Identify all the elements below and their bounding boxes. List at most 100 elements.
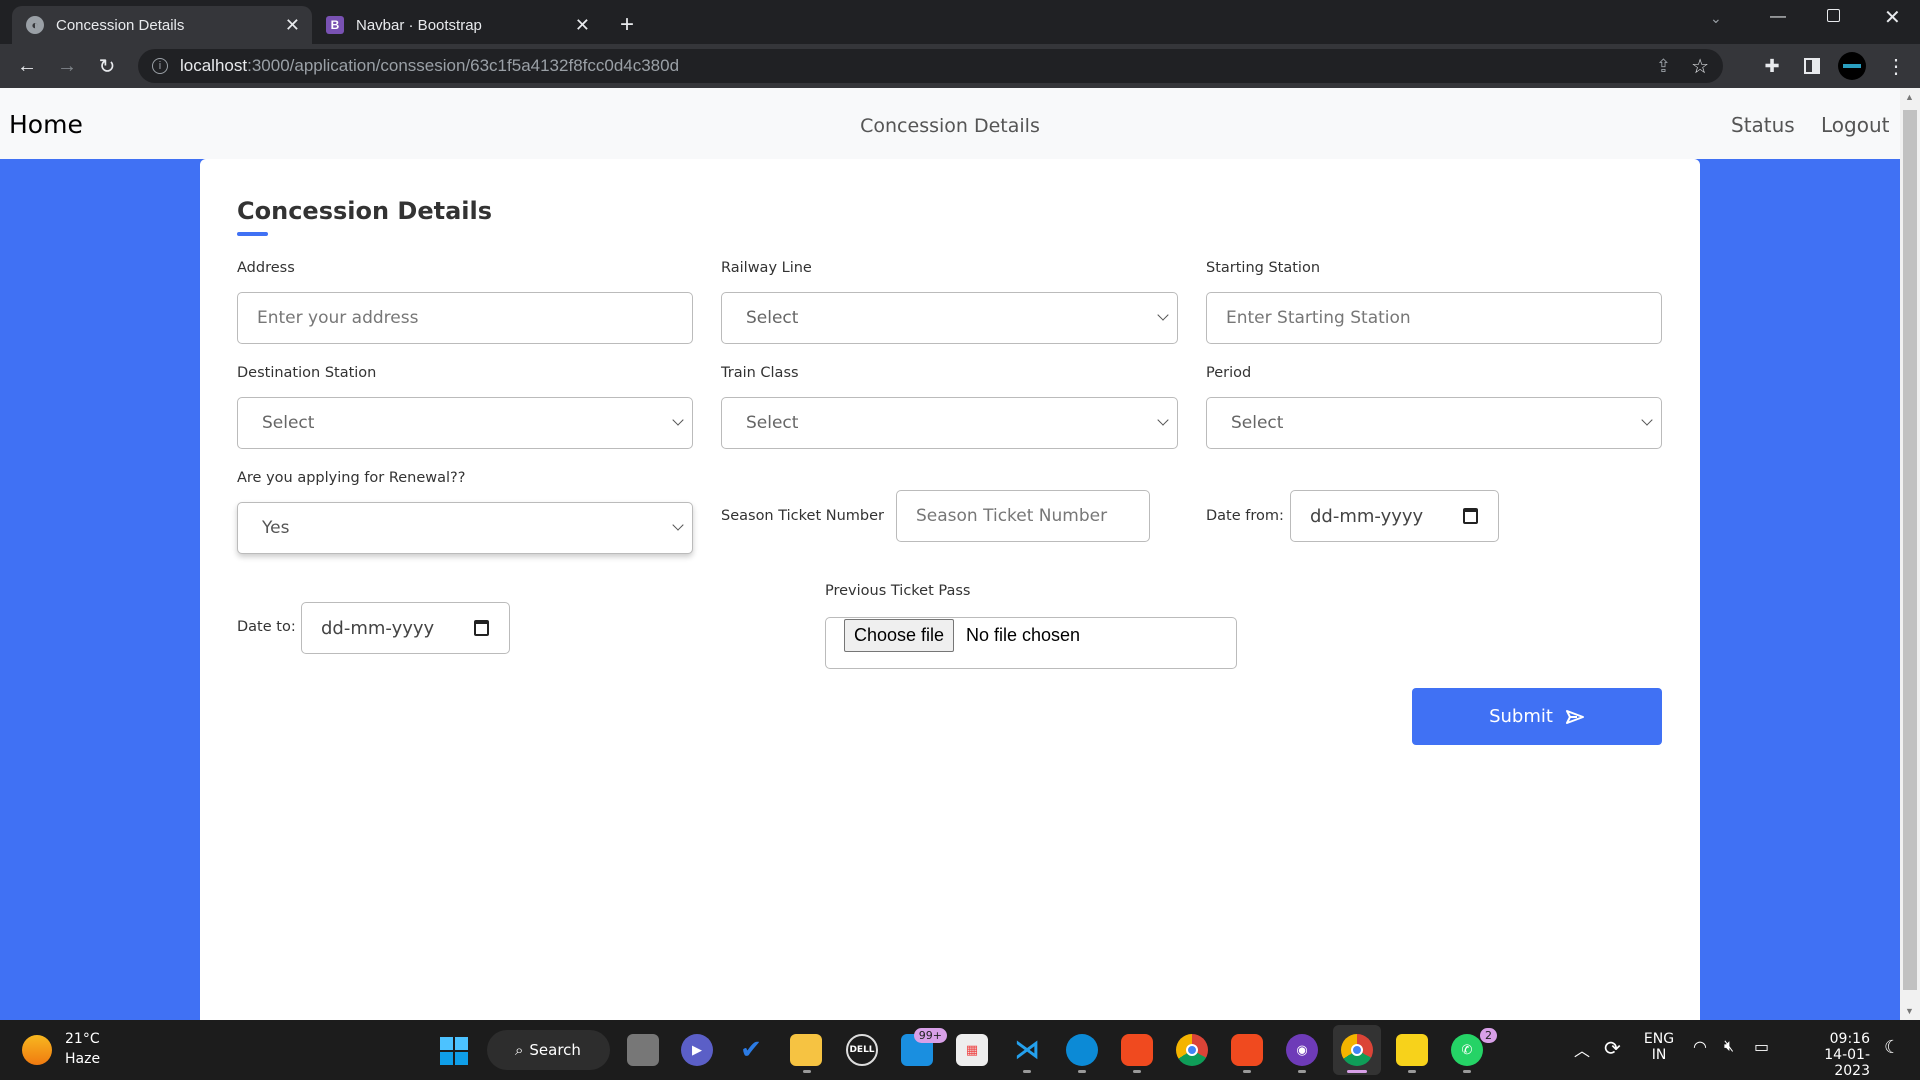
scroll-up-icon[interactable]: ▲	[1905, 92, 1914, 102]
address-bar[interactable]: i localhost:3000/application/conssesion/…	[138, 49, 1723, 83]
form-title: Concession Details	[237, 197, 493, 225]
destination-station-select[interactable]: Select	[237, 397, 693, 449]
choose-file-button[interactable]: Choose file	[844, 619, 955, 652]
battery-icon[interactable]: ▭	[1754, 1037, 1769, 1056]
brave-icon[interactable]	[1121, 1034, 1153, 1066]
extensions-icon[interactable]: ✚	[1758, 52, 1786, 80]
teams-chat-icon[interactable]: ▶	[681, 1034, 713, 1066]
tab-concession-details[interactable]: ◐ Concession Details ✕	[12, 6, 312, 44]
previous-ticket-pass-file-input[interactable]: Choose file No file chosen	[825, 617, 1237, 669]
address-input[interactable]: Enter your address	[237, 292, 693, 344]
dell-icon[interactable]: DELL	[846, 1034, 878, 1066]
address-label: Address	[237, 260, 295, 276]
submit-button[interactable]: Submit	[1412, 688, 1662, 745]
plus-icon: +	[620, 11, 635, 38]
back-icon[interactable]: ←	[13, 52, 41, 80]
weather-haze-icon[interactable]	[22, 1035, 52, 1065]
url-path: :3000/application/conssesion/63c1f5a4132…	[247, 56, 680, 75]
close-tab-icon[interactable]: ✕	[285, 15, 300, 36]
windows-taskbar: 21°C Haze ⌕ Search ▶ ✔ DELL 99+ ▦ ⋊ ◉ ✆ 2 …	[0, 1020, 1920, 1080]
chrome-active-icon[interactable]	[1341, 1034, 1373, 1066]
profile-avatar[interactable]	[1838, 52, 1866, 80]
calendar-icon[interactable]	[474, 620, 489, 636]
chevron-down-icon	[1641, 414, 1653, 426]
weather-desc[interactable]: Haze	[65, 1051, 100, 1067]
date-to-value: dd-mm-yyyy	[321, 617, 435, 639]
starting-station-placeholder: Enter Starting Station	[1226, 308, 1411, 328]
weather-temp[interactable]: 21°C	[65, 1031, 100, 1047]
todo-icon[interactable]: ✔	[735, 1034, 767, 1066]
tab-search-icon[interactable]: ⌄	[1710, 10, 1722, 27]
bookmark-star-icon[interactable]: ☆	[1691, 54, 1709, 79]
focus-moon-icon[interactable]: ☾	[1884, 1037, 1900, 1058]
ms-store-icon[interactable]: ▦	[956, 1034, 988, 1066]
calendar-icon[interactable]	[1463, 508, 1478, 524]
address-placeholder: Enter your address	[257, 308, 419, 328]
season-ticket-placeholder: Season Ticket Number	[916, 506, 1108, 526]
train-class-value: Select	[746, 413, 799, 433]
show-hidden-icons-chevron[interactable]: ︿	[1574, 1037, 1590, 1061]
close-window-icon[interactable]: ✕	[1884, 5, 1901, 30]
nav-logout-link[interactable]: Logout	[1821, 113, 1889, 137]
restore-icon[interactable]	[1827, 9, 1840, 22]
chevron-down-icon	[672, 414, 684, 426]
season-ticket-input[interactable]: Season Ticket Number	[896, 490, 1150, 542]
sticky-notes-icon[interactable]	[1396, 1034, 1428, 1066]
share-icon[interactable]: ⇪	[1656, 56, 1671, 77]
date-to-input[interactable]: dd-mm-yyyy	[301, 602, 510, 654]
language-indicator[interactable]: ENG IN	[1642, 1031, 1676, 1063]
railway-line-select[interactable]: Select	[721, 292, 1178, 344]
destination-station-label: Destination Station	[237, 365, 377, 381]
period-value: Select	[1231, 413, 1284, 433]
info-icon[interactable]: i	[152, 58, 168, 74]
minimize-icon[interactable]: —	[1770, 8, 1786, 26]
date-from-input[interactable]: dd-mm-yyyy	[1290, 490, 1499, 542]
whatsapp-icon[interactable]: ✆ 2	[1451, 1028, 1497, 1066]
browser-toolbar: ← → ↻ i localhost:3000/application/conss…	[0, 44, 1920, 88]
nav-status-link[interactable]: Status	[1731, 113, 1795, 137]
task-view-icon[interactable]	[627, 1034, 659, 1066]
volume-muted-icon[interactable]: 🔇︎	[1724, 1036, 1734, 1056]
brave-profile-icon[interactable]	[1231, 1034, 1263, 1066]
running-indicator	[803, 1070, 811, 1073]
title-underline	[237, 232, 268, 236]
scroll-down-icon[interactable]: ▼	[1905, 1006, 1914, 1016]
forward-icon[interactable]: →	[53, 52, 81, 80]
season-ticket-label: Season Ticket Number	[721, 508, 884, 524]
windows-start-icon[interactable]	[440, 1037, 468, 1065]
search-icon: ⌕	[515, 1041, 524, 1059]
chevron-down-icon	[1157, 309, 1169, 321]
close-tab-icon[interactable]: ✕	[575, 15, 590, 36]
starting-station-input[interactable]: Enter Starting Station	[1206, 292, 1662, 344]
edge-icon[interactable]	[1066, 1034, 1098, 1066]
running-indicator	[1078, 1070, 1086, 1073]
side-panel-icon[interactable]	[1798, 52, 1826, 80]
page-scrollbar[interactable]: ▲ ▼	[1900, 88, 1920, 1020]
chrome-icon[interactable]	[1176, 1034, 1208, 1066]
nav-page-title: Concession Details	[860, 115, 1040, 137]
train-class-label: Train Class	[721, 365, 799, 381]
tab-navbar-bootstrap[interactable]: B Navbar · Bootstrap ✕	[312, 6, 602, 44]
date-to-label: Date to:	[237, 619, 296, 635]
file-explorer-icon[interactable]	[790, 1034, 822, 1066]
taskbar-search-button[interactable]: ⌕ Search	[487, 1030, 610, 1070]
renewal-value: Yes	[262, 518, 290, 538]
vscode-icon[interactable]: ⋊	[1011, 1034, 1043, 1066]
clock[interactable]: 09:16 14-01-2023	[1790, 1031, 1870, 1079]
bootstrap-icon: B	[326, 16, 344, 34]
train-class-select[interactable]: Select	[721, 397, 1178, 449]
sync-icon[interactable]: ⟳	[1604, 1036, 1621, 1060]
menu-kebab-icon[interactable]: ⋮	[1882, 52, 1910, 80]
running-indicator	[1023, 1070, 1031, 1073]
submit-label: Submit	[1489, 706, 1553, 727]
mail-badge: 99+	[913, 1028, 947, 1043]
reload-icon[interactable]: ↻	[93, 52, 121, 80]
github-desktop-icon[interactable]: ◉	[1286, 1034, 1318, 1066]
renewal-select[interactable]: Yes	[237, 502, 693, 554]
railway-line-label: Railway Line	[721, 260, 812, 276]
scrollbar-thumb[interactable]	[1903, 110, 1917, 990]
mail-icon[interactable]: 99+	[901, 1028, 947, 1066]
new-tab-button[interactable]: +	[620, 6, 650, 44]
wifi-icon[interactable]: ◠	[1693, 1037, 1707, 1056]
period-select[interactable]: Select	[1206, 397, 1662, 449]
